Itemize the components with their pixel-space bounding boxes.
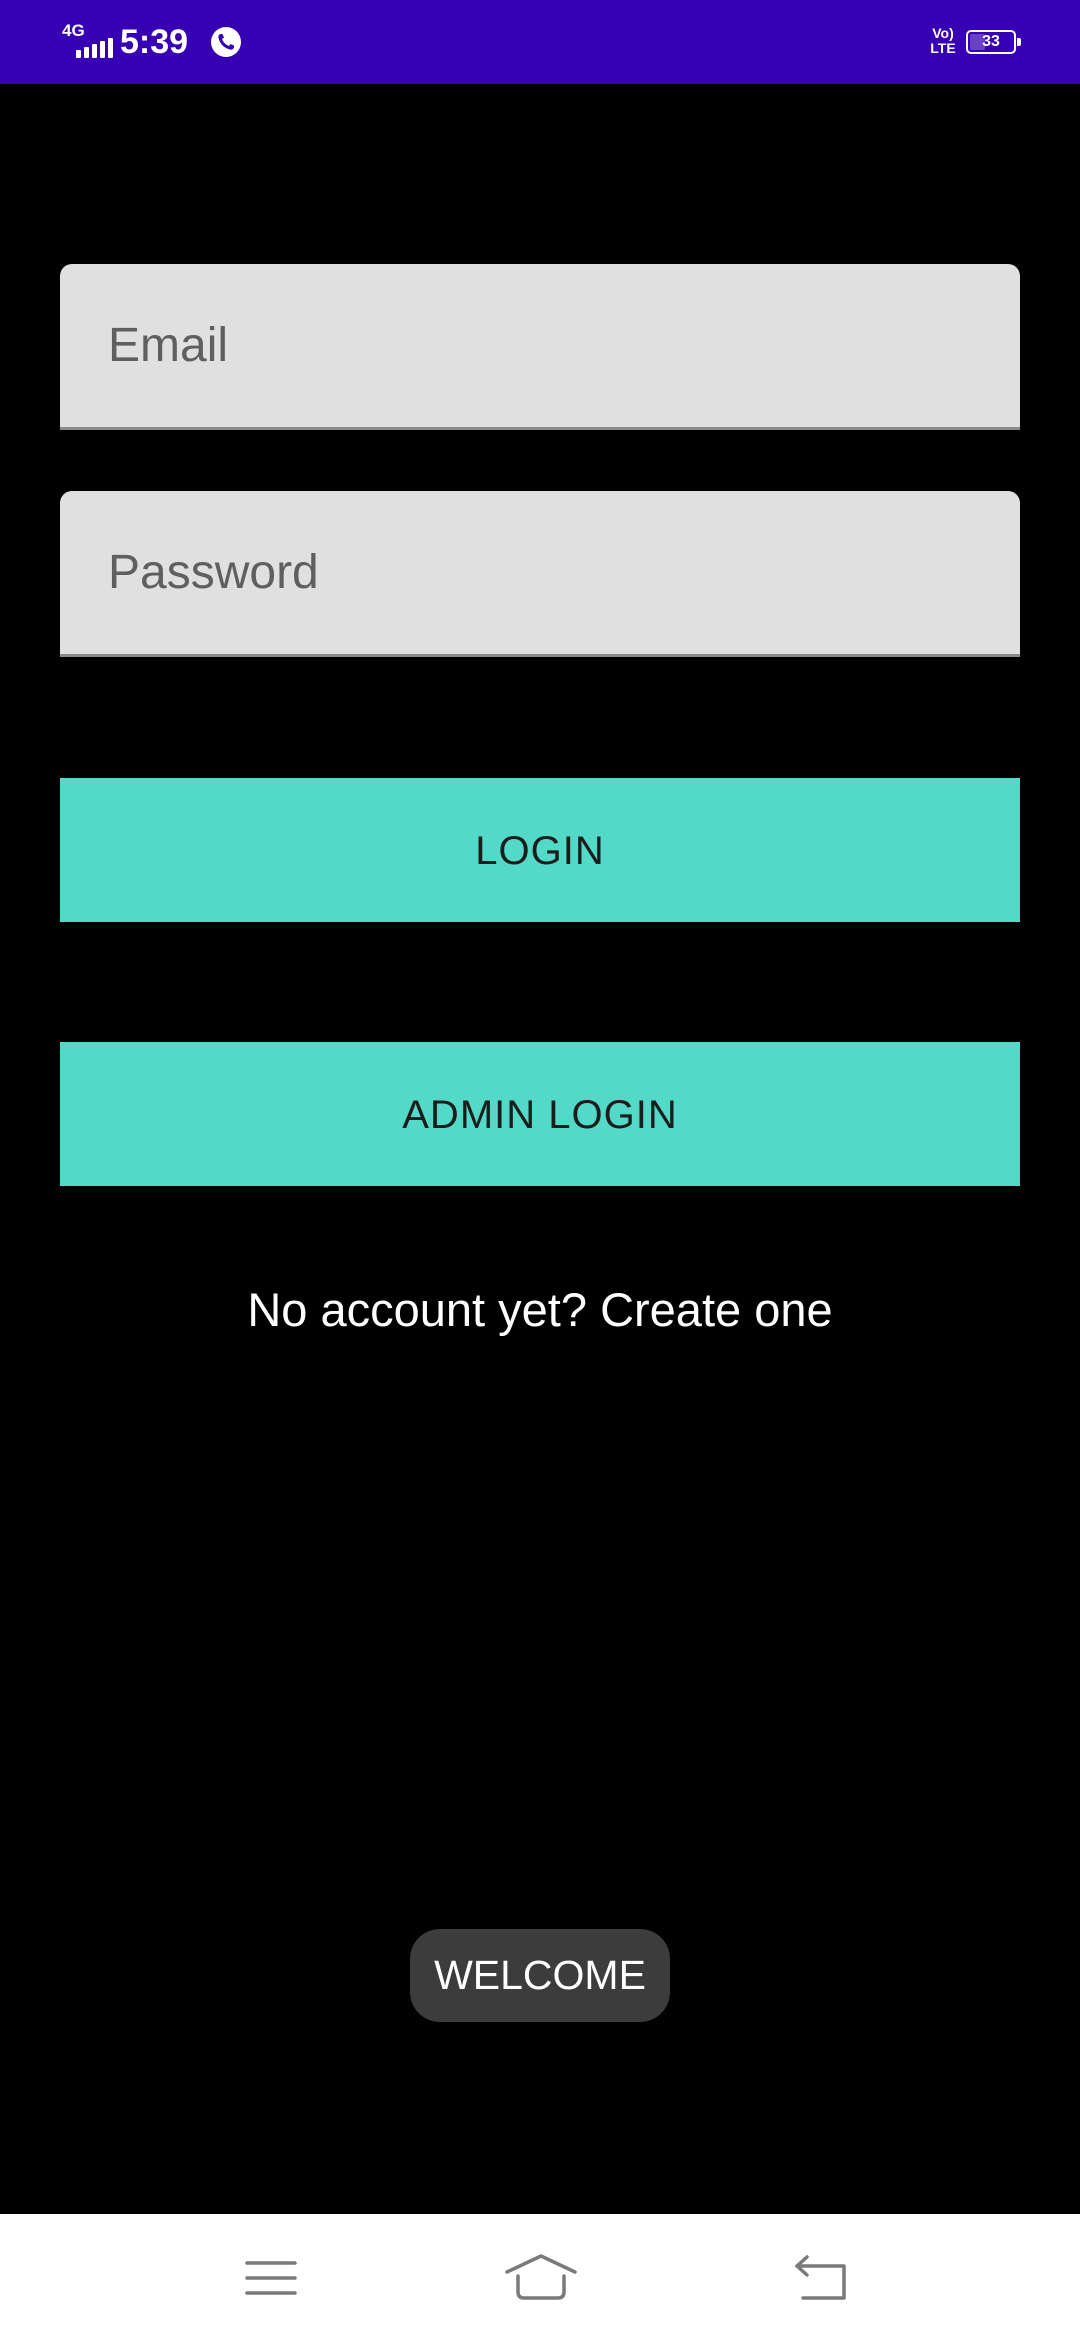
status-bar: 4G 5:39 Vo) LTE 33 xyxy=(0,0,1080,84)
status-time: 5:39 xyxy=(120,23,189,61)
signal-bar xyxy=(108,38,113,58)
signal-bar xyxy=(76,50,81,58)
network-type: 4G xyxy=(62,21,85,40)
signal-icon: 4G xyxy=(62,21,113,58)
signal-bar xyxy=(100,41,105,58)
email-input[interactable] xyxy=(108,264,988,427)
volte-icon: Vo) LTE xyxy=(928,26,958,60)
volte-label: Vo) xyxy=(932,25,954,41)
battery-icon: 33 xyxy=(966,30,1021,54)
welcome-toast: WELCOME xyxy=(410,1929,670,2022)
password-field[interactable] xyxy=(60,491,1020,657)
login-button[interactable]: LOGIN xyxy=(60,778,1020,922)
call-icon xyxy=(210,26,242,58)
admin-login-button[interactable]: ADMIN LOGIN xyxy=(60,1042,1020,1186)
create-account-link[interactable]: No account yet? Create one xyxy=(0,1278,1080,1342)
navigation-bar xyxy=(0,2214,1080,2340)
home-icon[interactable] xyxy=(499,2236,583,2320)
battery-tip xyxy=(1017,38,1021,46)
signal-bar xyxy=(92,44,97,58)
lte-label: LTE xyxy=(930,40,956,56)
back-icon[interactable] xyxy=(781,2236,865,2320)
menu-icon[interactable] xyxy=(229,2236,313,2320)
password-input[interactable] xyxy=(108,491,988,654)
email-field[interactable] xyxy=(60,264,1020,430)
battery-percent: 33 xyxy=(982,33,1000,50)
signal-bar xyxy=(84,47,89,58)
